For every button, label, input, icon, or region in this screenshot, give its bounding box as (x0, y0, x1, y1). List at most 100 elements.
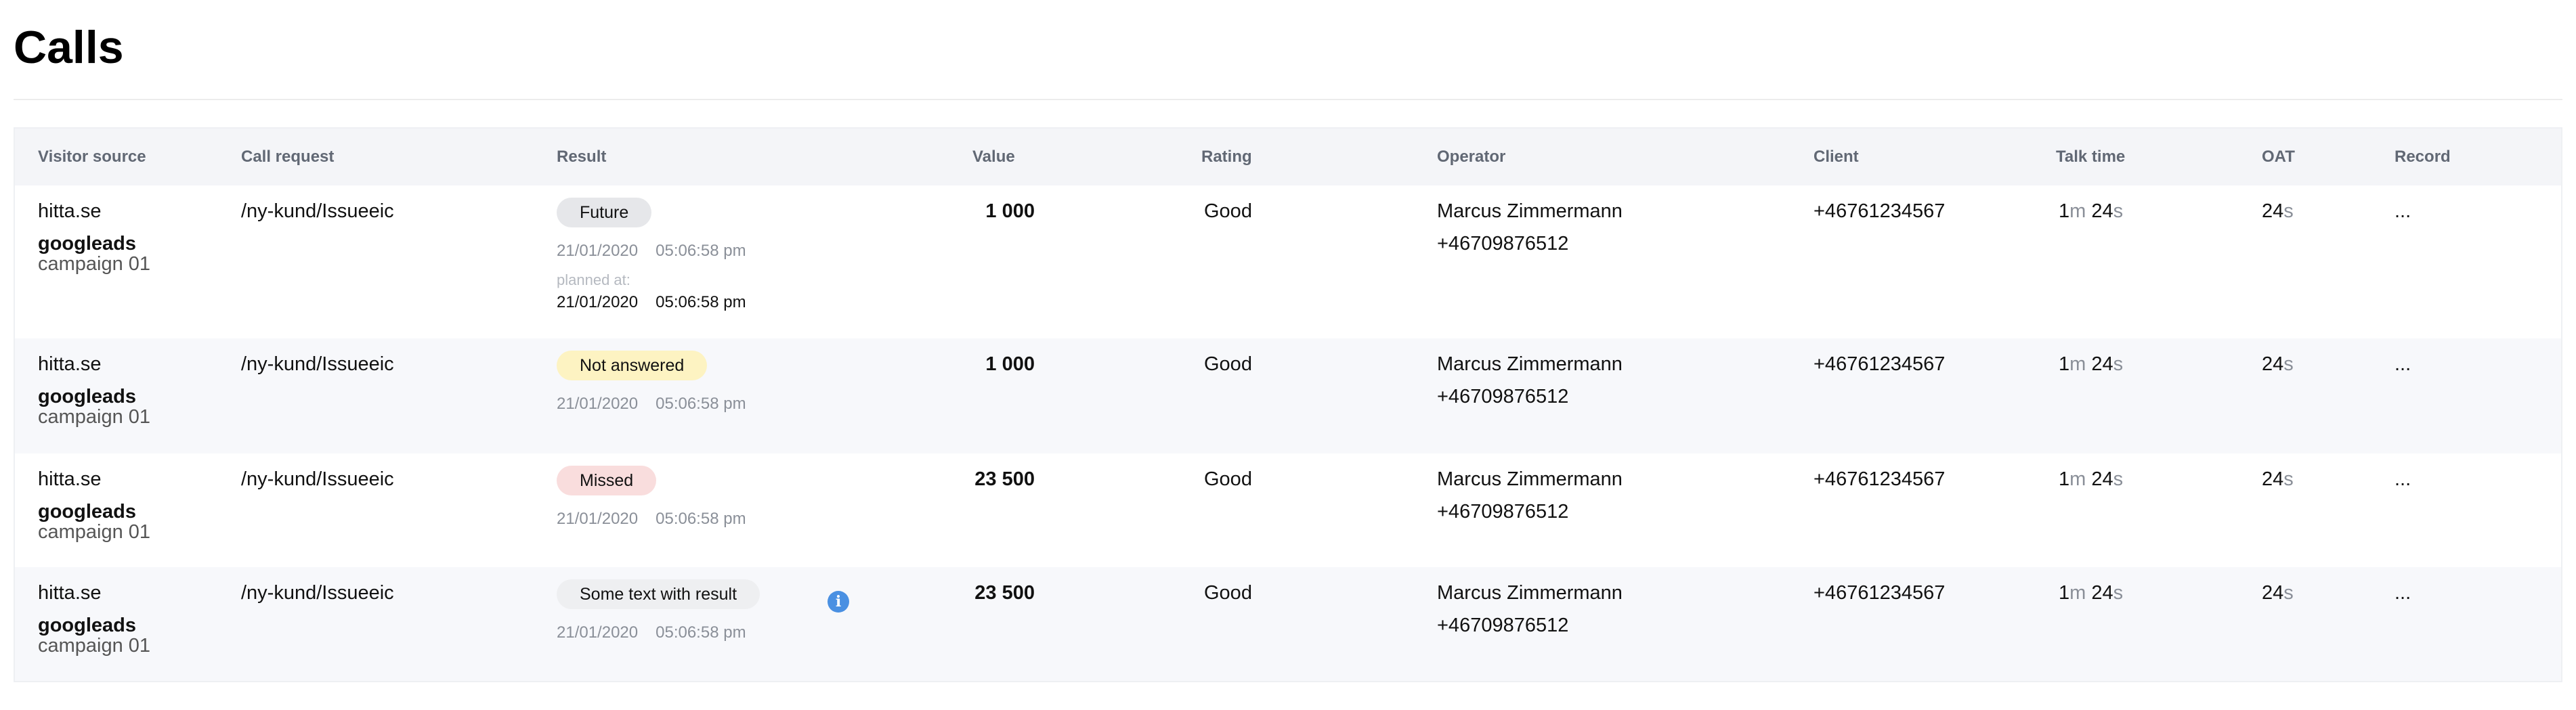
result-date: 21/01/2020 (557, 623, 639, 642)
header-talk-time[interactable]: Talk time (2056, 129, 2125, 185)
call-value: 1 000 (985, 200, 1035, 222)
result-badge: Some text with result (557, 579, 760, 609)
result-time: 05:06:58 pm (656, 510, 746, 528)
operator-phone: +46709876512 (1437, 501, 1569, 523)
operator-phone: +46709876512 (1437, 386, 1569, 407)
table-row[interactable]: hitta.se googleads campaign 01 /ny-kund/… (15, 567, 2561, 681)
result-time: 05:06:58 pm (656, 623, 746, 642)
planned-date: 21/01/2020 (557, 293, 639, 311)
header-record[interactable]: Record (2395, 129, 2451, 185)
rating: Good (1204, 468, 1252, 490)
record-more-button[interactable]: ... (2395, 579, 2411, 606)
operator-name: Marcus Zimmermann (1437, 582, 1623, 604)
oat: 24s (2262, 351, 2294, 378)
client-phone: +46761234567 (1813, 353, 1946, 375)
call-value: 1 000 (985, 353, 1035, 375)
call-request[interactable]: /ny-kund/Issueeic (241, 198, 394, 225)
result-label: Missed (557, 466, 657, 495)
talk-minutes-unit: m (2069, 582, 2086, 604)
talk-seconds: 24 (2091, 200, 2113, 222)
result-time: 05:06:58 pm (656, 395, 746, 413)
record-more-button[interactable]: ... (2395, 466, 2411, 493)
header-client[interactable]: Client (1813, 129, 1859, 185)
talk-minutes-unit: m (2069, 468, 2086, 490)
campaign: campaign 01 (38, 635, 151, 657)
call-value: 23 500 (974, 582, 1035, 604)
operator-name: Marcus Zimmermann (1437, 353, 1623, 375)
oat-value: 24 (2262, 353, 2284, 375)
page-title: Calls (14, 22, 124, 73)
calls-page: Calls Visitor source Call request Result… (0, 0, 2576, 710)
rating: Good (1204, 200, 1252, 222)
planned-time: 05:06:58 pm (656, 293, 746, 311)
talk-minutes-unit: m (2069, 200, 2086, 222)
call-request[interactable]: /ny-kund/Issueeic (241, 351, 394, 378)
result-date: 21/01/2020 (557, 395, 639, 413)
result-datetime: 21/01/2020 05:06:58 pm (557, 508, 746, 531)
talk-seconds-unit: s (2113, 353, 2124, 375)
visitor-source: hitta.se (38, 353, 102, 375)
oat-unit: s (2283, 468, 2294, 490)
oat-unit: s (2283, 353, 2294, 375)
result-datetime: 21/01/2020 05:06:58 pm (557, 240, 746, 263)
call-request[interactable]: /ny-kund/Issueeic (241, 579, 394, 606)
header-operator[interactable]: Operator (1437, 129, 1505, 185)
client-phone: +46761234567 (1813, 582, 1946, 604)
client-phone: +46761234567 (1813, 200, 1946, 222)
result-label: Some text with result (557, 579, 760, 609)
talk-seconds: 24 (2091, 353, 2113, 375)
info-icon[interactable]: i (828, 591, 849, 613)
table-row[interactable]: hitta.se googleads campaign 01 /ny-kund/… (15, 453, 2561, 567)
oat: 24s (2262, 198, 2294, 225)
client-phone: +46761234567 (1813, 468, 1946, 490)
result-datetime: 21/01/2020 05:06:58 pm (557, 393, 746, 416)
talk-minutes: 1 (2059, 353, 2070, 375)
oat: 24s (2262, 579, 2294, 606)
record-more-button[interactable]: ... (2395, 351, 2411, 378)
visitor-source: hitta.se (38, 468, 102, 490)
visitor-source: hitta.se (38, 582, 102, 604)
result-badge: Missed (557, 466, 657, 495)
record-more-button[interactable]: ... (2395, 198, 2411, 225)
header-visitor-source[interactable]: Visitor source (38, 129, 146, 185)
talk-minutes: 1 (2059, 200, 2070, 222)
oat-value: 24 (2262, 468, 2284, 490)
talk-seconds: 24 (2091, 582, 2113, 604)
talk-minutes-unit: m (2069, 353, 2086, 375)
header-call-request[interactable]: Call request (241, 129, 334, 185)
talk-seconds-unit: s (2113, 468, 2124, 490)
oat-unit: s (2283, 200, 2294, 222)
table-row[interactable]: hitta.se googleads campaign 01 /ny-kund/… (15, 185, 2561, 338)
title-divider (14, 99, 2562, 100)
oat-unit: s (2283, 582, 2294, 604)
header-oat[interactable]: OAT (2262, 129, 2295, 185)
table-row[interactable]: hitta.se googleads campaign 01 /ny-kund/… (15, 338, 2561, 453)
campaign: campaign 01 (38, 406, 151, 428)
rating: Good (1204, 353, 1252, 375)
talk-time: 1m 24s (2059, 351, 2123, 378)
campaign: campaign 01 (38, 521, 151, 543)
header-result[interactable]: Result (557, 129, 606, 185)
result-badge: Future (557, 198, 652, 227)
visitor-source: hitta.se (38, 200, 102, 222)
call-value: 23 500 (974, 468, 1035, 490)
result-date: 21/01/2020 (557, 510, 639, 528)
operator-phone: +46709876512 (1437, 615, 1569, 636)
talk-time: 1m 24s (2059, 466, 2123, 493)
result-label: Not answered (557, 351, 708, 380)
header-value[interactable]: Value (972, 129, 1015, 185)
calls-table: Visitor source Call request Result Value… (14, 127, 2562, 682)
planned-datetime: 21/01/2020 05:06:58 pm (557, 291, 746, 314)
planned-label: planned at: (557, 271, 630, 288)
talk-minutes: 1 (2059, 582, 2070, 604)
call-request[interactable]: /ny-kund/Issueeic (241, 466, 394, 493)
operator-name: Marcus Zimmermann (1437, 200, 1623, 222)
oat: 24s (2262, 466, 2294, 493)
result-label: Future (557, 198, 652, 227)
talk-seconds: 24 (2091, 468, 2113, 490)
talk-time: 1m 24s (2059, 198, 2123, 225)
table-header: Visitor source Call request Result Value… (15, 129, 2561, 185)
header-rating[interactable]: Rating (1201, 129, 1252, 185)
result-datetime: 21/01/2020 05:06:58 pm (557, 621, 746, 644)
talk-minutes: 1 (2059, 468, 2070, 490)
